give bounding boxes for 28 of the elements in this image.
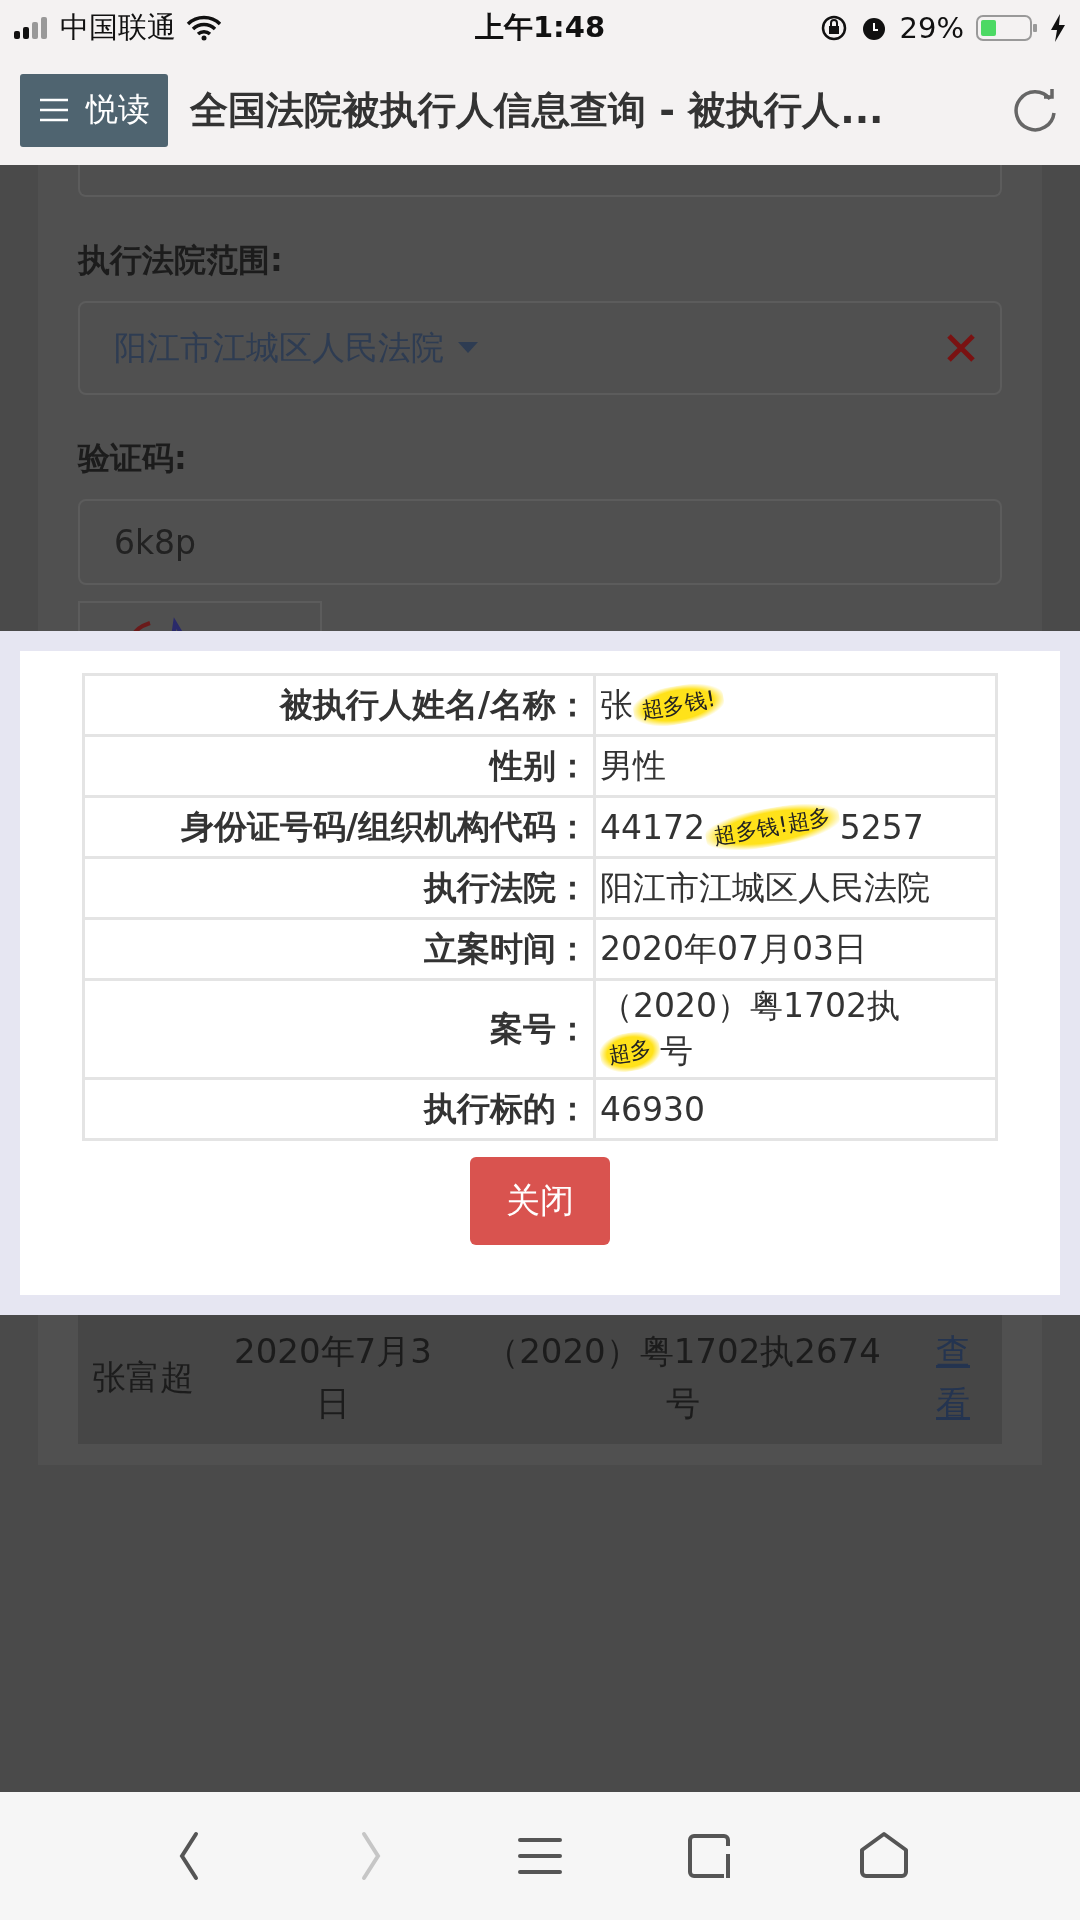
field-label: 立案时间： [83, 918, 595, 980]
caret-icon [458, 342, 478, 354]
field-label: 执行标的： [83, 1078, 595, 1140]
clock-time: 上午1:48 [474, 8, 606, 46]
field-value: 44172 [600, 807, 705, 847]
field-value: 2020年07月03日 [600, 927, 867, 970]
battery-percent: 29% [899, 10, 964, 45]
field-label: 性别： [83, 735, 595, 797]
field-label: 执行法院： [83, 857, 595, 919]
field-label: 案号： [83, 979, 595, 1079]
battery-icon [976, 13, 1038, 42]
field-value: 男性 [600, 744, 666, 787]
menu-button[interactable]: 悦读 [20, 73, 168, 147]
wifi-icon [186, 14, 222, 41]
menu-icon [38, 97, 70, 123]
field-value: 号 [660, 1030, 693, 1072]
field-value: 46930 [600, 1089, 705, 1129]
close-button[interactable]: 关闭 [470, 1157, 610, 1245]
field-value: 阳江市江城区人民法院 [600, 866, 930, 909]
field-label: 被执行人姓名/名称： [83, 674, 595, 736]
page-title: 全国法院被执行人信息查询 - 被执行人... [190, 86, 885, 134]
charging-icon [1050, 13, 1066, 42]
field-value: 张 [600, 683, 633, 726]
field-label: 身份证号码/组织机构代码： [83, 796, 595, 858]
signal-icon [14, 16, 50, 39]
carrier-name: 中国联通 [60, 8, 176, 46]
rotation-lock-icon [819, 13, 848, 42]
field-value: （2020）粤1702执 [600, 985, 900, 1027]
